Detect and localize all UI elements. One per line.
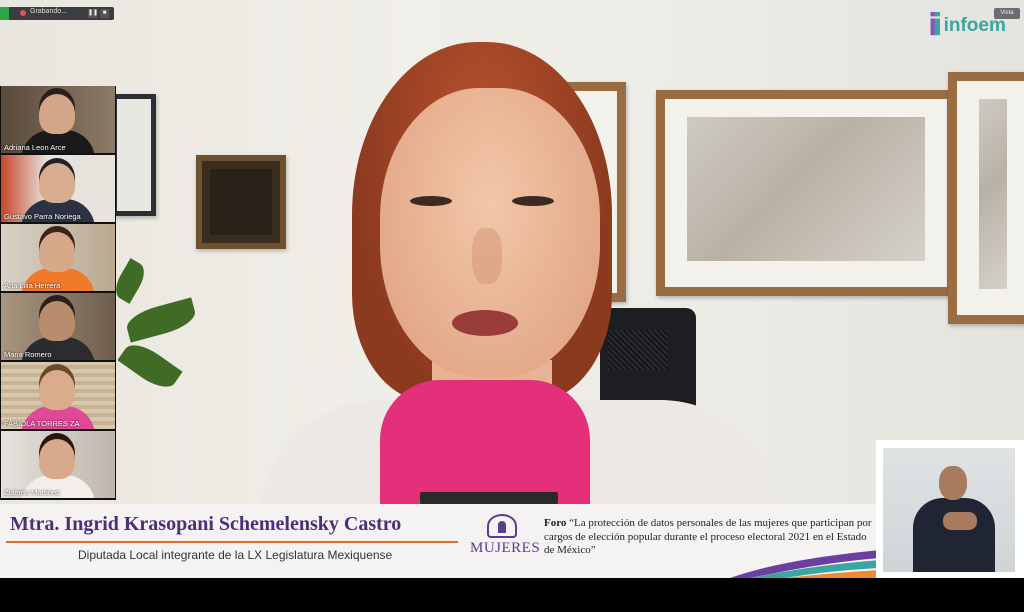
plant-leaf — [123, 297, 199, 343]
participant-tile[interactable]: Ana Lilia Herrera — [1, 224, 115, 291]
mujeres-logo: MUJERES — [470, 512, 540, 572]
lower-third-banner: Mtra. Ingrid Krasopani Schemelensky Cast… — [0, 504, 880, 578]
pause-icon[interactable]: ❚❚ — [88, 9, 98, 18]
participant-name: Zulema Martinez — [4, 488, 60, 497]
bottom-bar — [0, 578, 1024, 612]
meeting-info-icon[interactable] — [0, 7, 9, 20]
main-video-feed: Grabando... ❚❚ ■ Vista i i infoem Adriana … — [0, 0, 1024, 578]
infoem-logo: i i infoem — [928, 8, 1006, 43]
participant-name: Gustavo Parra Noriega — [4, 212, 81, 221]
divider — [6, 541, 458, 543]
record-icon — [20, 10, 26, 16]
decorative-swoosh — [730, 550, 880, 578]
plant-leaf — [110, 258, 150, 304]
interpreter-video — [876, 440, 1024, 578]
participant-name: Ana Lilia Herrera — [4, 281, 61, 290]
participant-tile[interactable]: Gustavo Parra Noriega — [1, 155, 115, 222]
participant-tile[interactable]: Adriana Leon Arce — [1, 86, 115, 153]
participant-name: Maria Romero — [4, 350, 52, 359]
dome-icon — [487, 514, 517, 538]
participant-tile[interactable]: Maria Romero — [1, 293, 115, 360]
participants-strip: Adriana Leon Arce Gustavo Parra Noriega … — [0, 86, 116, 500]
speaker-role: Diputada Local integrante de la LX Legis… — [78, 548, 393, 562]
participant-name: FABIOLA TORRES ZA — [4, 419, 80, 428]
wall-frame-small — [196, 155, 286, 249]
speaker-name-tag — [420, 492, 558, 504]
wall-frame-painting — [656, 90, 956, 296]
plant-leaf — [117, 337, 183, 395]
speaker-face — [380, 88, 600, 378]
stop-icon[interactable]: ■ — [100, 9, 109, 18]
participant-tile[interactable]: Zulema Martinez — [1, 431, 115, 498]
recording-status: Grabando... — [30, 8, 67, 15]
speaker-name: Mtra. Ingrid Krasopani Schemelensky Cast… — [10, 513, 402, 535]
participant-tile[interactable]: FABIOLA TORRES ZA — [1, 362, 115, 429]
forum-label: Foro — [544, 517, 567, 529]
participant-name: Adriana Leon Arce — [4, 143, 66, 152]
wall-frame-left — [112, 94, 156, 216]
wall-frame-right — [948, 72, 1024, 324]
